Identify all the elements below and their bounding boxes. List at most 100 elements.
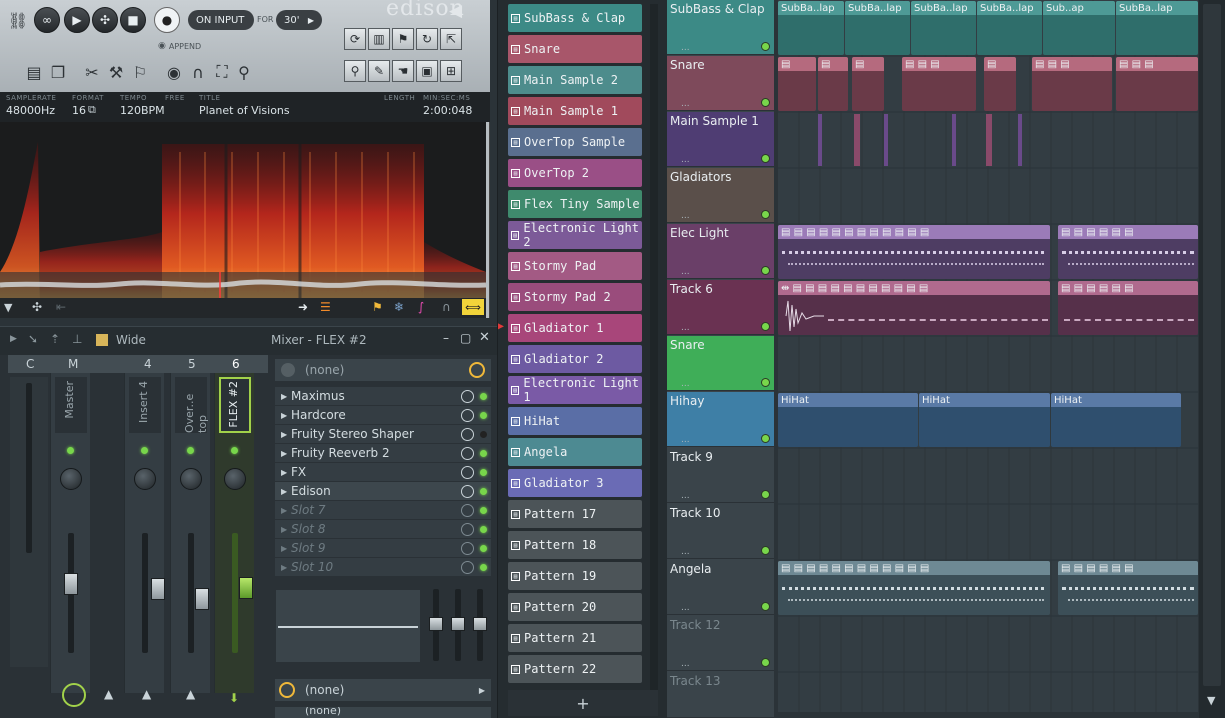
spectrogram[interactable] <box>0 122 486 298</box>
mixer-strip-flex2[interactable]: FLEX #2 ⬇ <box>214 373 254 705</box>
close-icon[interactable]: ✕ <box>479 330 490 345</box>
slot-led[interactable] <box>480 468 487 476</box>
sample-clip[interactable] <box>884 114 888 166</box>
pattern-clip[interactable]: SubBa..lap <box>977 1 1042 55</box>
snare-clip[interactable]: ▤ <box>778 57 816 111</box>
sample-clip[interactable] <box>854 114 860 166</box>
angela-clip[interactable]: ▤ ▤ ▤ ▤ ▤ ▤ ▤ ▤ ▤ ▤ ▤ ▤ <box>778 561 1050 615</box>
layout-icon[interactable] <box>96 334 108 346</box>
track-header[interactable]: Snare... <box>667 336 774 391</box>
track-header[interactable]: Track 13 <box>667 672 774 718</box>
scissors-icon[interactable]: ✂ <box>80 60 104 84</box>
track-led[interactable] <box>761 602 770 611</box>
trim-icon[interactable]: ⇤ <box>56 300 66 314</box>
refresh-icon[interactable]: ↻ <box>416 28 438 50</box>
menu-arrow-icon[interactable]: ▼ <box>4 301 12 314</box>
pattern-item[interactable]: ▤ Pattern 18 <box>508 531 642 559</box>
flag-icon[interactable]: ⚐ <box>128 60 152 84</box>
snare-clip[interactable]: ▤ <box>818 57 848 111</box>
pattern-item[interactable]: ▤ Stormy Pad 2 <box>508 283 642 311</box>
pattern-item[interactable]: ▤ Electronic Light 1 <box>508 376 642 404</box>
marker-add-icon[interactable]: ⚑ <box>392 28 414 50</box>
mix-knob[interactable] <box>461 389 474 403</box>
volume-fader[interactable] <box>195 588 209 610</box>
collapse-icon[interactable]: ▶ <box>10 334 17 344</box>
loop-cycle-icon[interactable]: ⟳ <box>344 28 366 50</box>
play-button[interactable]: ▶ <box>64 7 90 33</box>
track-header[interactable]: Track 6... <box>667 280 774 335</box>
mix-knob[interactable] <box>461 465 474 479</box>
up-arrow-icon[interactable]: ▲ <box>186 687 195 701</box>
track-header[interactable]: Hihay... <box>667 392 774 447</box>
track-led[interactable] <box>761 490 770 499</box>
track-led[interactable] <box>761 546 770 555</box>
mix-knob[interactable] <box>461 560 474 574</box>
normalize-icon[interactable]: ☰ <box>320 300 331 314</box>
track-led[interactable] <box>761 658 770 667</box>
mix-knob[interactable] <box>461 522 474 536</box>
mixer-strip-insert4[interactable]: Insert 4 <box>124 373 165 693</box>
loop-button[interactable]: ∞ <box>34 7 60 33</box>
track-header[interactable]: Main Sample 1... <box>667 112 774 167</box>
pan-knob[interactable] <box>180 468 202 490</box>
volume-fader[interactable] <box>239 577 253 599</box>
arrow-icon[interactable]: ➘ <box>28 332 38 346</box>
eq-icon[interactable]: ⊥ <box>72 332 82 346</box>
playlist-scrollbar[interactable]: ▼ <box>1199 0 1225 718</box>
eye-icon[interactable]: ◉ <box>162 60 186 84</box>
crosshair-icon[interactable]: ✣ <box>32 300 42 314</box>
add-pattern-button[interactable]: + <box>508 690 658 716</box>
track-led[interactable] <box>761 378 770 387</box>
pattern-item[interactable]: ▤ HiHat <box>508 407 642 435</box>
track-led[interactable] <box>761 98 770 107</box>
strip-led[interactable] <box>141 447 148 454</box>
zoom-icon[interactable]: ⚲ <box>232 60 256 84</box>
volume-fader[interactable] <box>64 573 78 595</box>
track-led[interactable] <box>761 154 770 163</box>
preset-selector[interactable]: (none) <box>275 359 491 381</box>
fx-slot-5[interactable]: ▶ FX <box>275 463 491 482</box>
fx-slot-2[interactable]: ▶ Hardcore <box>275 406 491 425</box>
format-icon[interactable]: ⧉ <box>88 103 96 117</box>
fit-icon[interactable]: ⊞ <box>440 60 462 82</box>
pattern-clip[interactable]: SubBa..lap <box>845 1 910 55</box>
angela-clip[interactable]: ▤ ▤ ▤ ▤ ▤ ▤ <box>1058 561 1198 615</box>
track-led[interactable] <box>761 266 770 275</box>
snare-clip[interactable]: ▤ ▤ ▤ <box>1116 57 1198 111</box>
sample-clip[interactable] <box>1018 114 1022 166</box>
for-value-field[interactable]: 30' ▶ <box>276 10 322 30</box>
pattern-item[interactable]: ▤ OverTop Sample <box>508 128 642 156</box>
maximize-icon[interactable]: ▢ <box>460 331 471 345</box>
arrow-right-icon[interactable]: ➜ <box>298 300 308 314</box>
minimize-icon[interactable]: – <box>443 331 449 345</box>
pattern-item[interactable]: ▤ Electronic Light 2 <box>508 221 642 249</box>
playlist-grid[interactable]: SubBa..lap SubBa..lap SubBa..lap SubBa..… <box>778 0 1198 712</box>
eq-high-fader[interactable] <box>473 617 487 631</box>
mix-knob[interactable] <box>461 408 474 422</box>
fx-slot-8[interactable]: ▶ Slot 8 <box>275 520 491 539</box>
link-icon[interactable]: ⛓ <box>6 8 30 32</box>
slot-led[interactable] <box>480 544 487 552</box>
hihat-clip[interactable]: HiHat <box>1051 393 1181 447</box>
track-header[interactable]: Snare... <box>667 56 774 111</box>
fx-slot-7[interactable]: ▶ Slot 7 <box>275 501 491 520</box>
pattern-item[interactable]: ▤ Angela <box>508 438 642 466</box>
fx-slot-6[interactable]: ▶ Edison <box>275 482 491 501</box>
upload-icon[interactable]: ⇡ <box>50 332 60 346</box>
slot-led[interactable] <box>480 392 487 400</box>
hihat-clip[interactable]: HiHat <box>919 393 1050 447</box>
elec-light-clip[interactable]: ▤ ▤ ▤ ▤ ▤ ▤ ▤ ▤ ▤ ▤ ▤ ▤ <box>778 225 1050 279</box>
pen-icon[interactable]: ✎ <box>368 60 390 82</box>
clock-icon[interactable] <box>469 362 485 378</box>
save-icon[interactable]: ▤ <box>22 60 46 84</box>
append-toggle[interactable]: ◉ APPEND <box>158 41 201 51</box>
record-button[interactable]: ● <box>154 7 180 33</box>
strip-led[interactable] <box>231 447 238 454</box>
marker-icon[interactable]: ⚑ <box>372 300 383 314</box>
mix-knob[interactable] <box>461 503 474 517</box>
pattern-item[interactable]: ▤ Pattern 17 <box>508 500 642 528</box>
track-header[interactable]: Elec Light... <box>667 224 774 279</box>
fx-slot-9[interactable]: ▶ Slot 9 <box>275 539 491 558</box>
mixer-strip-master[interactable]: Master <box>50 373 90 693</box>
snare-clip[interactable]: ▤ <box>984 57 1016 111</box>
